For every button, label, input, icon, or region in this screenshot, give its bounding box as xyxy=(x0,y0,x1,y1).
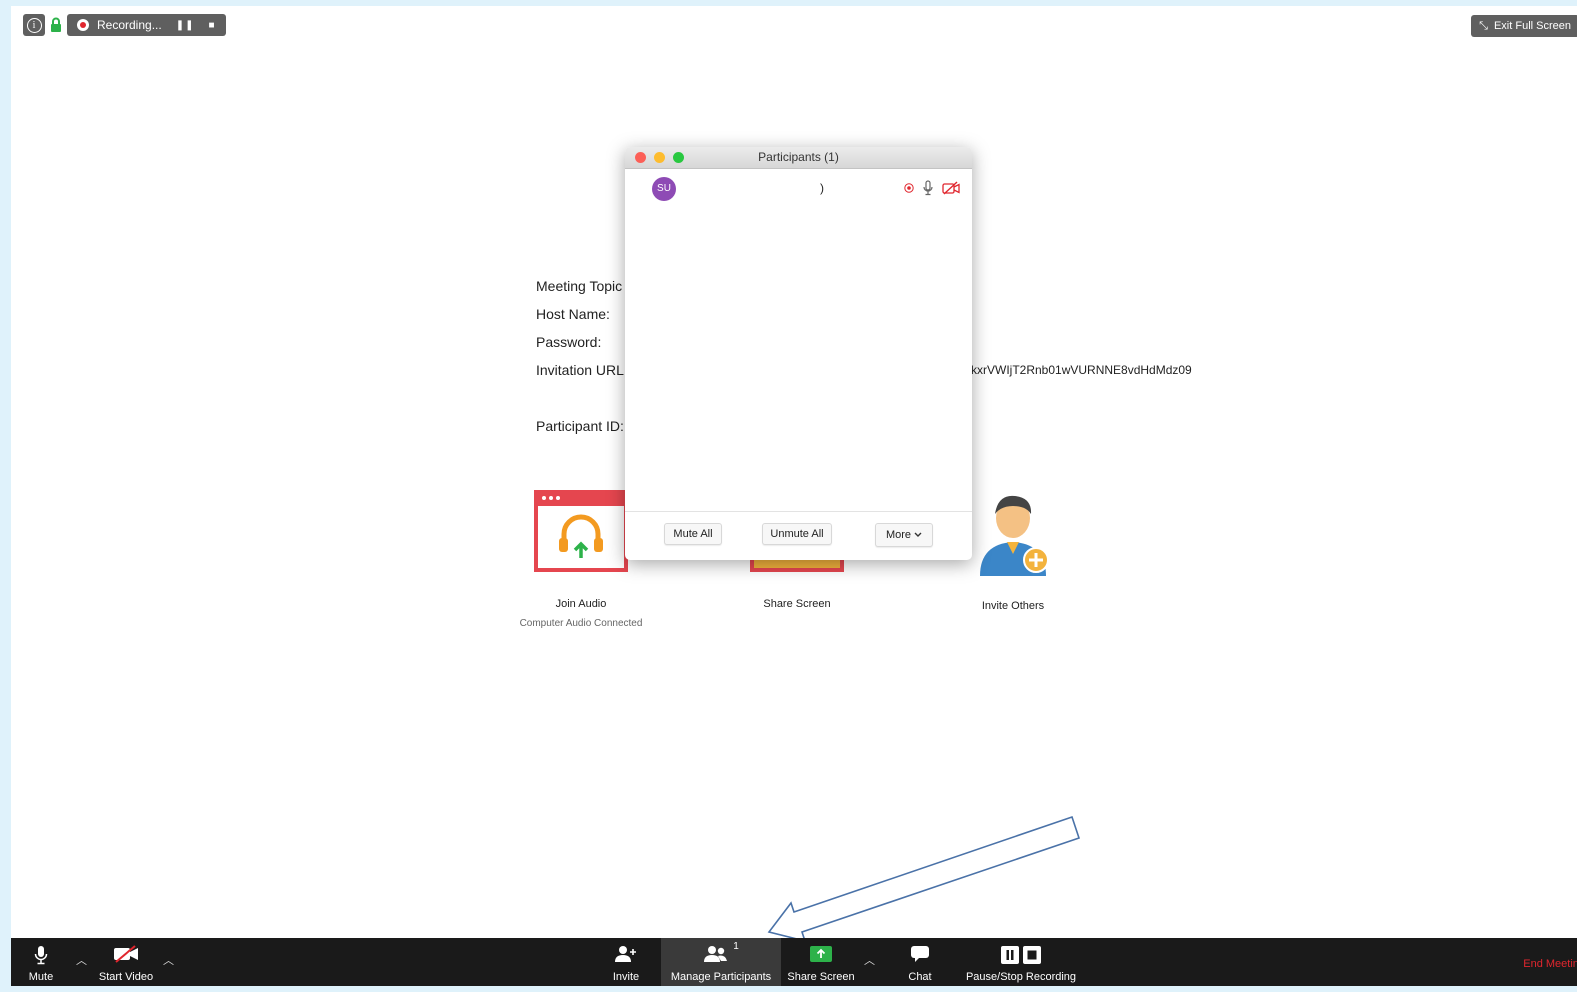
invite-others-icon xyxy=(980,495,1049,576)
exit-fullscreen-icon: ⤡ xyxy=(1479,19,1488,32)
microphone-icon xyxy=(34,946,48,965)
info-icon: i xyxy=(26,17,42,33)
meeting-info-button[interactable]: i xyxy=(23,14,45,36)
stop-recording-button[interactable]: ■ xyxy=(208,20,215,31)
password-label: Password: xyxy=(536,334,602,350)
share-options-chevron-icon[interactable]: ︿ xyxy=(864,952,875,968)
manage-participants-button[interactable]: 1 Manage Participants xyxy=(661,938,781,986)
join-audio-status: Computer Audio Connected xyxy=(519,618,643,629)
meeting-topic-label: Meeting Topic xyxy=(536,278,623,294)
zoom-window-button[interactable] xyxy=(673,152,684,163)
end-meeting-button[interactable]: End Meeting xyxy=(1523,958,1577,970)
exit-fullscreen-button[interactable]: ⤡ Exit Full Screen xyxy=(1471,15,1577,37)
video-off-icon xyxy=(114,945,138,963)
video-off-icon[interactable] xyxy=(942,181,960,195)
pause-stop-icon xyxy=(1001,946,1041,964)
video-options-chevron-icon[interactable]: ︿ xyxy=(163,952,174,968)
share-screen-icon xyxy=(810,946,832,962)
avatar: SU xyxy=(652,177,676,201)
meeting-window: i Recording... ❚❚ ■ ⤡ Exit Full Screen M… xyxy=(11,6,1577,986)
dialog-footer: Mute All Unmute All More xyxy=(625,511,972,560)
host-name-label: Host Name: xyxy=(536,306,610,322)
participant-name: ) xyxy=(820,181,824,195)
recording-indicator: Recording... ❚❚ ■ xyxy=(67,14,226,36)
join-audio-icon xyxy=(534,490,628,572)
join-audio-label: Join Audio xyxy=(555,598,607,610)
dialog-title-bar[interactable]: Participants (1) xyxy=(625,147,972,169)
invitation-url-value[interactable]: kxrVWIjT2Rnb01wVURNNE8vdHdMdz09 xyxy=(971,363,1192,377)
pause-stop-recording-button[interactable]: Pause/Stop Recording xyxy=(961,938,1081,986)
participant-count-badge: 1 xyxy=(733,941,739,952)
invite-others-label: Invite Others xyxy=(981,600,1045,612)
audio-options-chevron-icon[interactable]: ︿ xyxy=(76,952,87,968)
top-status-bar: i Recording... ❚❚ ■ xyxy=(23,14,226,36)
add-user-icon xyxy=(615,946,636,962)
mute-all-button[interactable]: Mute All xyxy=(664,523,722,545)
recording-status-icon xyxy=(904,183,914,193)
participant-id-label: Participant ID: xyxy=(536,418,624,434)
meeting-toolbar: Mute ︿ Start Video ︿ Invite 1 Manage Par… xyxy=(11,938,1577,986)
chat-icon xyxy=(911,946,929,962)
invitation-url-label: Invitation URL xyxy=(536,362,624,378)
lock-icon[interactable] xyxy=(49,16,63,34)
microphone-icon[interactable] xyxy=(923,180,933,196)
chevron-down-icon xyxy=(914,532,922,537)
participants-icon xyxy=(704,946,728,962)
minimize-window-button[interactable] xyxy=(654,152,665,163)
participants-dialog: Participants (1) SU ) Mute All Unmute Al… xyxy=(625,147,972,560)
chat-button[interactable]: Chat xyxy=(899,938,941,986)
mute-button[interactable]: Mute xyxy=(21,938,61,986)
more-button[interactable]: More xyxy=(875,523,933,547)
record-icon xyxy=(77,19,89,31)
pause-recording-button[interactable]: ❚❚ xyxy=(176,20,195,31)
participant-row[interactable]: SU ) xyxy=(625,169,972,203)
dialog-title: Participants (1) xyxy=(758,150,839,164)
unmute-all-button[interactable]: Unmute All xyxy=(762,523,832,545)
window-controls xyxy=(635,152,684,163)
recording-label: Recording... xyxy=(97,18,162,32)
share-screen-button[interactable]: Share Screen xyxy=(783,938,859,986)
share-screen-label: Share Screen xyxy=(763,598,831,610)
close-window-button[interactable] xyxy=(635,152,646,163)
start-video-button[interactable]: Start Video xyxy=(91,938,161,986)
invite-button[interactable]: Invite xyxy=(604,938,648,986)
